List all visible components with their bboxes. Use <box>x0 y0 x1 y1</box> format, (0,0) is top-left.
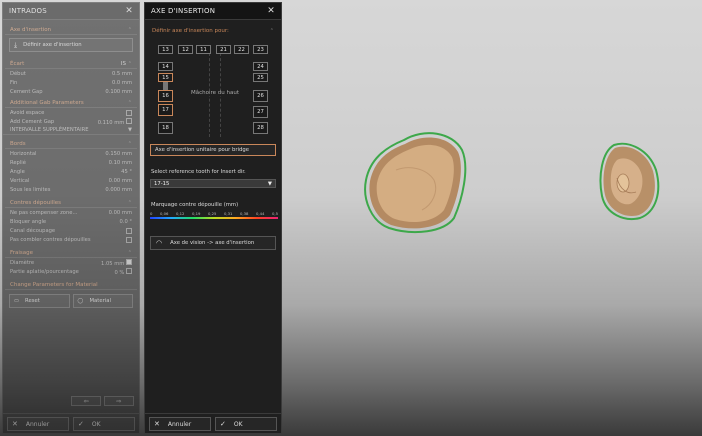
pas-combler-row: Pas combler contres dépouilles <box>3 235 139 244</box>
diametre-row: Diamètre 1.05 mm <box>3 258 139 267</box>
vertical-row: Vertical 0.00 mm <box>10 177 132 184</box>
axe-ok-button[interactable]: ✓ OK <box>215 417 277 431</box>
replie-row: Replié 0.10 mm <box>10 159 132 166</box>
undo-icon: ⇦ <box>83 397 89 405</box>
debut-row: Début 0.5 mm <box>10 70 132 77</box>
undercut-scale-ticks: 0 0,06 0,12 0,19 0,25 0,31 0,38 0,44 0,5 <box>150 211 278 216</box>
ref-tooth-label: Select reference tooth for Insert dir. <box>151 169 246 175</box>
fraisage-section-header[interactable]: Fraisage ⌃ <box>5 248 137 258</box>
tooth-preparations <box>364 132 660 234</box>
axe-insertion-panel: AXE D'INSERTION ✕ Définir axe d'insertio… <box>144 2 282 434</box>
tooth-22[interactable]: 22 <box>234 45 249 54</box>
chevron-up-icon: ⌃ <box>127 199 132 206</box>
marquage-label: Marquage contre dépouille (mm) <box>151 202 239 208</box>
tooth-grid: 13 12 11 21 22 23 14 15 16 17 18 24 25 2… <box>145 43 283 139</box>
intrados-bottom-bar: ✕ Annuler ✓ OK <box>3 413 139 433</box>
contres-section-header[interactable]: Contres dépouilles ⌃ <box>5 198 137 208</box>
intrados-ok-button[interactable]: ✓ OK <box>73 417 135 431</box>
bords-section-header[interactable]: Bords ⌃ <box>5 139 137 149</box>
axe-title-bar: AXE D'INSERTION ✕ <box>145 3 281 20</box>
ecart-section-header[interactable]: Écart IS ⌃ <box>5 59 137 69</box>
cement-gap-row: Cement Gap 0.100 mm <box>10 88 132 95</box>
tooth-28[interactable]: 28 <box>253 122 268 134</box>
pas-combler-checkbox[interactable] <box>126 236 132 243</box>
intrados-panel: INTRADOS ✕ Axe d'insertion ⌃ ⤓ Définir ax… <box>2 2 140 434</box>
redo-button[interactable]: ⇨ <box>104 396 134 406</box>
3d-viewport[interactable] <box>284 0 702 436</box>
axis-section-header[interactable]: Axe d'insertion ⌃ <box>5 25 137 35</box>
triangle-down-icon: ▼ <box>267 180 272 187</box>
undo-button[interactable]: ⇦ <box>71 396 101 406</box>
bridge-link <box>163 82 168 90</box>
chevron-up-icon: ⌃ <box>127 26 132 33</box>
ne-pas-row: Ne pas compenser zone... 0.00 mm <box>10 209 132 216</box>
chevron-up-icon: ⌃ <box>127 249 132 256</box>
arrow-down-icon: ⤓ <box>14 40 18 49</box>
undercut-color-scale <box>150 217 278 219</box>
vision-axis-button[interactable]: ◠ Axe de vision -> axe d'insertion <box>150 236 276 250</box>
tooth-18[interactable]: 18 <box>158 122 173 134</box>
preparation-right <box>599 142 660 220</box>
close-icon: ✕ <box>154 420 160 428</box>
intrados-title-bar: INTRADOS ✕ <box>3 3 139 20</box>
avoid-checkbox[interactable] <box>126 109 132 116</box>
add-cement-checkbox[interactable] <box>126 117 132 124</box>
reset-icon: ▭ <box>14 298 20 304</box>
fin-row: Fin 0.0 mm <box>10 79 132 86</box>
tooth-27[interactable]: 27 <box>253 106 268 118</box>
tooth-16[interactable]: 16 <box>158 90 173 102</box>
axe-bottom-bar: ✕ Annuler ✓ OK <box>145 413 281 433</box>
close-icon[interactable]: ✕ <box>267 6 275 16</box>
tooth-21[interactable]: 21 <box>216 45 231 54</box>
material-icon: ◯ <box>77 298 84 304</box>
partie-row: Partie aplatie/pourcentage 0 % <box>3 267 139 276</box>
chevron-up-icon: ⌃ <box>127 60 132 67</box>
partie-checkbox[interactable] <box>126 267 132 274</box>
axe-cancel-button[interactable]: ✕ Annuler <box>149 417 211 431</box>
change-section-header: Change Parameters for Material <box>5 280 137 290</box>
canal-row: Canal découpage <box>3 226 139 235</box>
tooth-14[interactable]: 14 <box>158 62 173 71</box>
jaw-label: Mâchoire du haut <box>189 90 242 96</box>
tooth-24[interactable]: 24 <box>253 62 268 71</box>
intrados-title: INTRADOS <box>9 7 47 15</box>
tooth-17[interactable]: 17 <box>158 104 173 116</box>
reset-button[interactable]: ▭ Reset <box>9 294 70 308</box>
chevron-up-icon: ⌃ <box>127 99 132 106</box>
redo-icon: ⇨ <box>116 397 122 405</box>
axe-title: AXE D'INSERTION <box>151 7 216 15</box>
ref-tooth-select[interactable]: 17-15 ▼ <box>150 179 276 188</box>
eye-icon: ◠ <box>156 239 163 247</box>
chevron-up-icon: ⌃ <box>127 140 132 147</box>
define-axis-section: Définir axe d'insertion pour: ⌃ <box>152 28 274 34</box>
avoid-row: Avoid espace <box>3 108 139 117</box>
add-cement-row: Add Cement Gap 0.110 mm <box>3 117 139 126</box>
close-icon[interactable]: ✕ <box>125 6 133 16</box>
bridge-axis-button[interactable]: Axe d'insertion unitaire pour bridge <box>150 144 276 156</box>
additional-section-header[interactable]: Additional Gab Parameters ⌃ <box>5 98 137 108</box>
close-icon: ✕ <box>12 420 18 428</box>
intrados-cancel-button[interactable]: ✕ Annuler <box>7 417 69 431</box>
tooth-25[interactable]: 25 <box>253 73 268 82</box>
tooth-26[interactable]: 26 <box>253 90 268 102</box>
diametre-checkbox[interactable] <box>126 258 132 265</box>
tooth-13[interactable]: 13 <box>158 45 173 54</box>
tooth-23[interactable]: 23 <box>253 45 268 54</box>
horizontal-row: Horizontal 0.150 mm <box>10 150 132 157</box>
chevron-up-icon: ⌃ <box>269 28 274 34</box>
triangle-down-icon: ▼ <box>128 127 132 133</box>
tooth-12[interactable]: 12 <box>178 45 193 54</box>
sous-limites-row: Sous les limites 0.000 mm <box>10 186 132 193</box>
intervalle-row[interactable]: INTERVALLE SUPPLÉMENTAIRE ▼ <box>3 126 139 135</box>
tooth-15[interactable]: 15 <box>158 73 173 82</box>
check-icon: ✓ <box>78 420 84 428</box>
define-axis-button[interactable]: ⤓ Définir axe d'insertion <box>9 38 133 52</box>
material-button[interactable]: ◯ Material <box>72 294 133 308</box>
canal-checkbox[interactable] <box>126 227 132 234</box>
bloquer-row: Bloquer angle 0.0 ° <box>10 218 132 225</box>
tooth-11[interactable]: 11 <box>196 45 211 54</box>
preparation-left <box>364 132 467 234</box>
angle-row: Angle 45 ° <box>10 168 132 175</box>
check-icon: ✓ <box>220 420 226 428</box>
